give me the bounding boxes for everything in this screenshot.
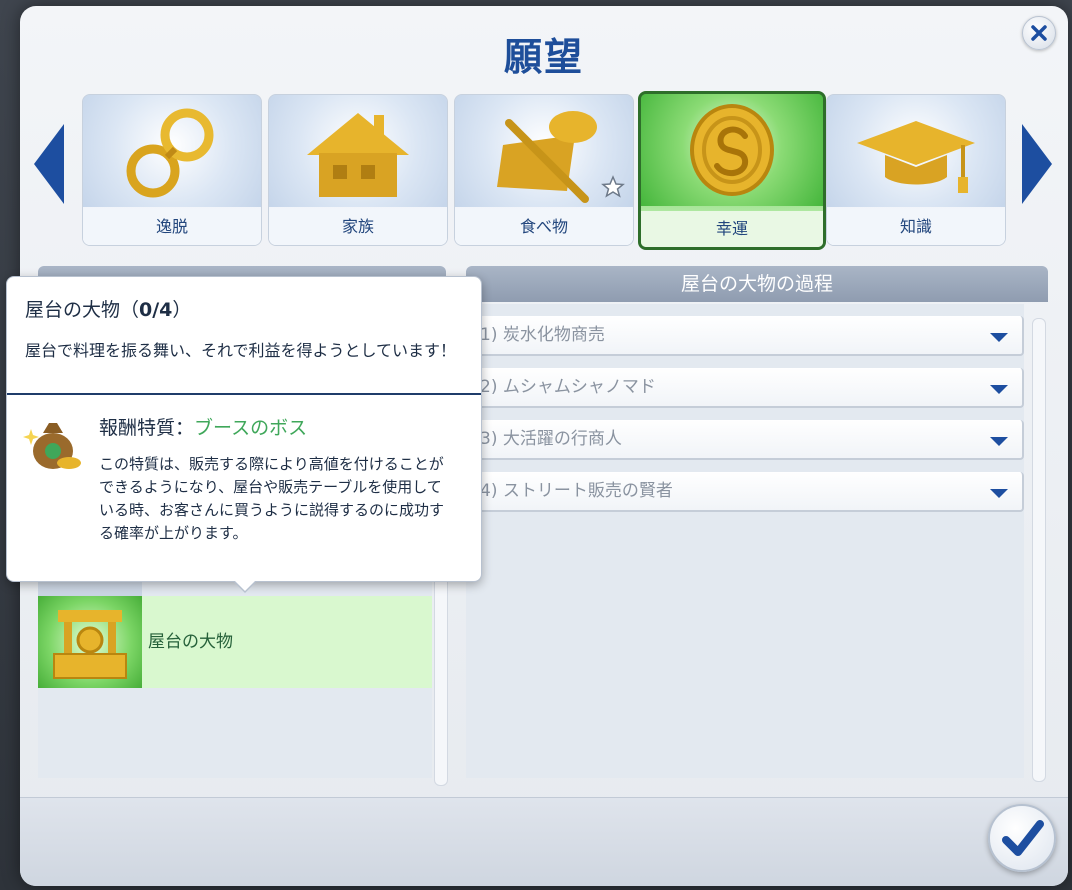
page-title: 願望 xyxy=(503,35,584,79)
milestone-step[interactable]: 2) ムシャムシャノマド xyxy=(466,368,1024,408)
milestone-step[interactable]: 4) ストリート販売の賢者 xyxy=(466,472,1024,512)
handcuffs-icon xyxy=(83,95,261,207)
reward-trait-name: ブースのボス xyxy=(194,417,308,439)
dialog-footer xyxy=(20,797,1068,886)
house-icon xyxy=(269,95,447,207)
category-label: 知識 xyxy=(827,209,1005,245)
category-tile-family[interactable]: 家族 xyxy=(268,94,448,246)
category-tile-fortune[interactable]: 幸運 xyxy=(638,91,826,250)
milestone-list-scrollbar[interactable] xyxy=(1032,318,1046,782)
coin-icon xyxy=(641,94,823,206)
chevron-down-icon[interactable] xyxy=(990,489,1008,498)
category-prev-arrow[interactable] xyxy=(34,124,64,204)
category-tile-deviance[interactable]: 逸脱 xyxy=(82,94,262,246)
category-label: 幸運 xyxy=(641,211,823,247)
graduation-cap-icon xyxy=(827,95,1005,207)
tooltip-progress: 0/4 xyxy=(139,299,173,321)
list-item-selected-aspiration[interactable]: 屋台の大物 xyxy=(38,596,432,688)
favorite-star-icon[interactable] xyxy=(601,175,625,203)
aspiration-name: 屋台の大物 xyxy=(148,632,233,652)
tooltip-description: 屋台で料理を振る舞い、それで利益を得ようとしています！ xyxy=(25,341,457,360)
category-label: 家族 xyxy=(269,209,447,245)
milestone-step[interactable]: 1) 炭水化物商売 xyxy=(466,316,1024,356)
chevron-down-icon[interactable] xyxy=(990,437,1008,446)
close-icon xyxy=(1031,25,1047,41)
reward-trait-description: この特質は、販売する際により高値を付けることができるようになり、屋台や販売テーブ… xyxy=(99,455,445,542)
stall-icon xyxy=(38,596,142,688)
tooltip-pointer-inner xyxy=(235,581,255,591)
aspiration-tooltip: 屋台の大物（0/4） 屋台で料理を振る舞い、それで利益を得ようとしています！ 報… xyxy=(6,276,482,593)
milestone-label: 3) 大活躍の行商人 xyxy=(480,429,622,449)
chevron-down-icon[interactable] xyxy=(990,333,1008,342)
milestone-step[interactable]: 3) 大活躍の行商人 xyxy=(466,420,1024,460)
category-next-arrow[interactable] xyxy=(1022,124,1052,204)
checkmark-icon xyxy=(1002,820,1044,856)
category-label: 食べ物 xyxy=(455,209,633,245)
category-label: 逸脱 xyxy=(83,209,261,245)
money-bag-icon xyxy=(23,411,87,475)
right-panel-header: 屋台の大物の過程 xyxy=(466,266,1048,302)
confirm-button[interactable] xyxy=(988,804,1056,872)
tooltip-divider xyxy=(7,393,481,395)
milestone-list: 1) 炭水化物商売 2) ムシャムシャノマド 3) 大活躍の行商人 4) ストリ… xyxy=(466,304,1024,778)
close-button[interactable] xyxy=(1022,16,1056,50)
milestone-label: 4) ストリート販売の賢者 xyxy=(480,481,673,501)
chevron-down-icon[interactable] xyxy=(990,385,1008,394)
category-tile-knowledge[interactable]: 知識 xyxy=(826,94,1006,246)
milestone-label: 2) ムシャムシャノマド xyxy=(480,377,656,397)
milestone-label: 1) 炭水化物商売 xyxy=(480,325,605,345)
category-tile-food[interactable]: 食べ物 xyxy=(454,94,634,246)
reward-trait: 報酬特質：ブースのボス xyxy=(99,417,308,439)
tooltip-title: 屋台の大物（0/4） xyxy=(25,299,192,321)
